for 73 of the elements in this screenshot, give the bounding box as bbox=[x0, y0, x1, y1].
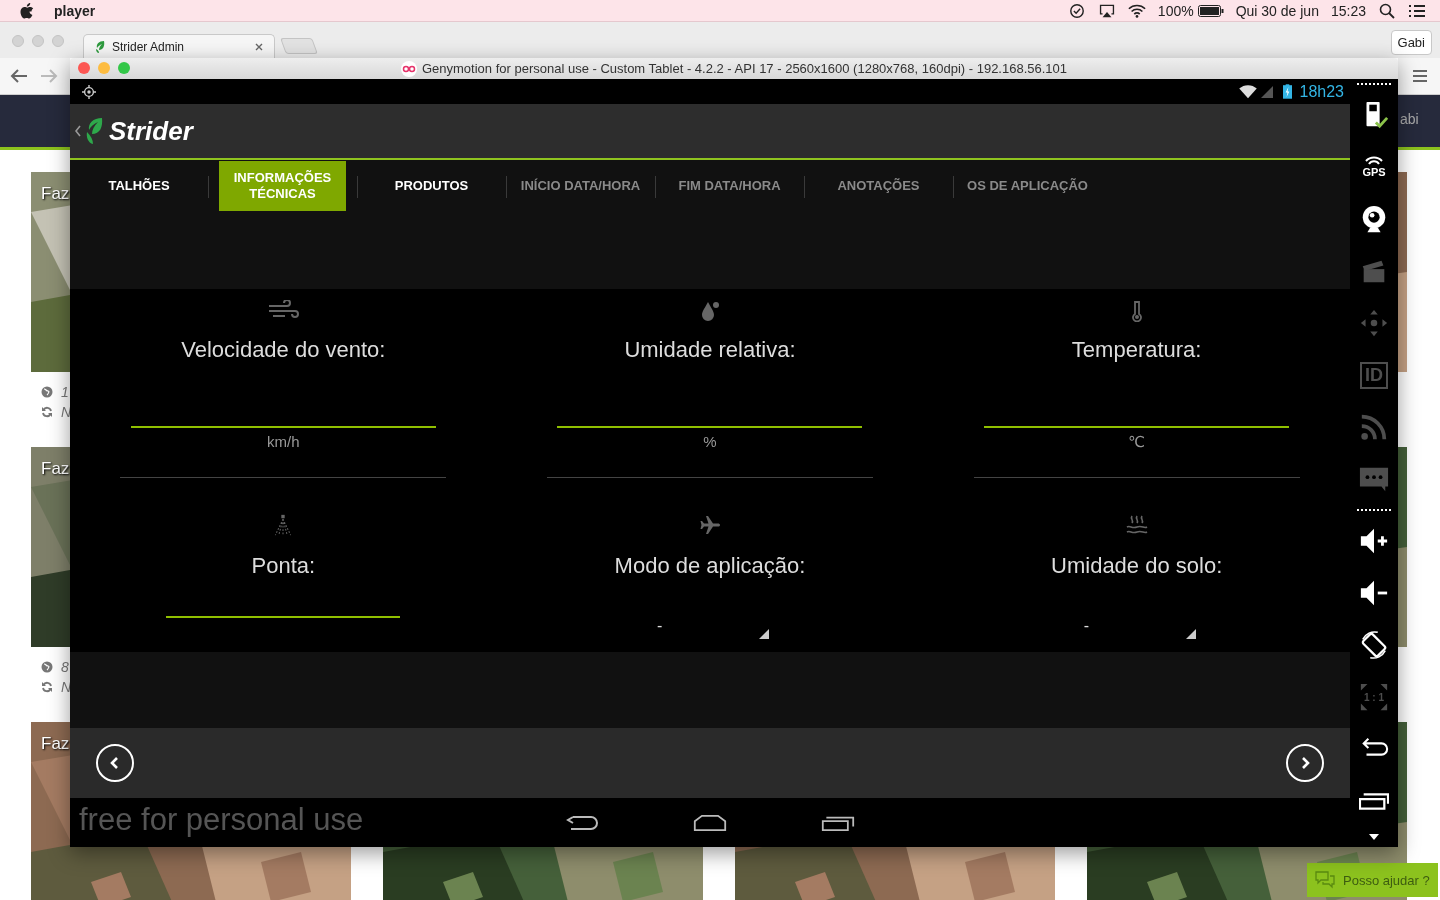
farm-title: Faz bbox=[41, 459, 70, 479]
chevron-right-icon bbox=[1299, 756, 1311, 770]
airplane-icon bbox=[699, 514, 721, 536]
apple-icon[interactable] bbox=[20, 2, 34, 19]
globe-icon bbox=[41, 386, 53, 398]
genymotion-icon bbox=[400, 60, 417, 77]
globe-icon bbox=[41, 661, 53, 673]
watermark-text: free for personal use bbox=[79, 802, 364, 838]
battery-percentage: 100% bbox=[1157, 2, 1194, 19]
volume-up-icon bbox=[1359, 526, 1389, 556]
field-label: Ponta: bbox=[251, 552, 316, 580]
field-label: Temperatura: bbox=[1071, 336, 1202, 364]
app-name[interactable]: player bbox=[54, 2, 96, 19]
status-clock: 18h23 bbox=[1299, 82, 1344, 101]
unit-label: % bbox=[703, 433, 717, 450]
dropdown[interactable]: - bbox=[1075, 609, 1198, 639]
user-name[interactable]: abi bbox=[1400, 111, 1419, 127]
rotate-icon bbox=[1359, 630, 1389, 660]
field-label: Umidade relativa: bbox=[624, 336, 796, 364]
close-icon[interactable] bbox=[254, 41, 264, 52]
leaf-logo-icon bbox=[84, 116, 104, 146]
close-button[interactable] bbox=[78, 62, 90, 74]
field-label: Umidade do solo: bbox=[1051, 552, 1223, 580]
move-arrows-icon bbox=[1359, 308, 1389, 338]
dropdown[interactable]: - bbox=[649, 609, 771, 639]
gps-button[interactable]: GPS bbox=[1350, 141, 1398, 193]
unit-label: ℃ bbox=[1128, 433, 1146, 451]
location-icon bbox=[82, 84, 96, 99]
airplay-icon[interactable] bbox=[1097, 2, 1116, 19]
browser-tab[interactable]: Strider Admin bbox=[83, 34, 275, 58]
battery-icon[interactable] bbox=[1197, 4, 1224, 17]
sync-icon bbox=[41, 406, 53, 418]
rss-icon bbox=[1359, 412, 1389, 442]
field-label: Velocidade do vento: bbox=[181, 336, 386, 364]
farm-area: 8 bbox=[61, 659, 69, 675]
back-arrow-icon[interactable] bbox=[10, 68, 28, 84]
up-caret-icon[interactable] bbox=[75, 125, 81, 137]
wifi-icon[interactable] bbox=[1127, 2, 1146, 19]
home-icon[interactable] bbox=[693, 812, 727, 833]
profile-button[interactable]: Gabi bbox=[1390, 30, 1432, 55]
thermometer-icon bbox=[1129, 300, 1144, 322]
farm-area: 1 bbox=[61, 384, 69, 400]
menu-bar-date[interactable]: Qui 30 de jun bbox=[1235, 2, 1319, 19]
leaf-icon bbox=[94, 39, 106, 54]
app-title: Strider bbox=[109, 115, 193, 147]
unit-label: km/h bbox=[267, 433, 300, 450]
battery-charging-icon bbox=[1282, 84, 1292, 99]
menu-icon[interactable] bbox=[1412, 69, 1428, 83]
tab[interactable]: TALHÕES bbox=[70, 161, 208, 211]
volume-down-icon bbox=[1359, 578, 1389, 608]
chat-bubbles-icon bbox=[1315, 871, 1335, 889]
caret-down-icon bbox=[1369, 834, 1379, 840]
window-title: Genymotion for personal use - Custom Tablet - 4.2.2 - API 17 - 2560x1600 (1280x768, 160dpi) - 192.168.56.101 bbox=[421, 61, 1068, 76]
field-label: Modo de aplicação: bbox=[614, 552, 806, 580]
dropdown-corner-icon bbox=[1185, 629, 1196, 639]
expand-arrows-icon bbox=[1359, 682, 1389, 712]
check-circle-icon[interactable] bbox=[1067, 2, 1086, 19]
wifi-icon bbox=[1238, 84, 1257, 99]
droplet-icon bbox=[699, 300, 721, 322]
dropdown-corner-icon bbox=[759, 629, 769, 639]
list-icon[interactable] bbox=[1408, 2, 1426, 19]
previous-button[interactable] bbox=[96, 744, 134, 782]
chevron-left-icon bbox=[109, 756, 121, 770]
soil-moisture-icon bbox=[1125, 514, 1148, 536]
signal-icon bbox=[1260, 85, 1273, 98]
menu-bar-clock[interactable]: 15:23 bbox=[1330, 2, 1366, 19]
signal-waves-icon bbox=[1364, 156, 1384, 166]
help-chat-button[interactable]: Posso ajudar ? bbox=[1307, 863, 1438, 897]
search-icon[interactable] bbox=[1378, 2, 1396, 19]
next-button[interactable] bbox=[1286, 744, 1324, 782]
sync-icon bbox=[41, 681, 53, 693]
farm-title: Faz bbox=[41, 184, 70, 204]
tab[interactable]: PRODUTOS bbox=[357, 161, 506, 211]
